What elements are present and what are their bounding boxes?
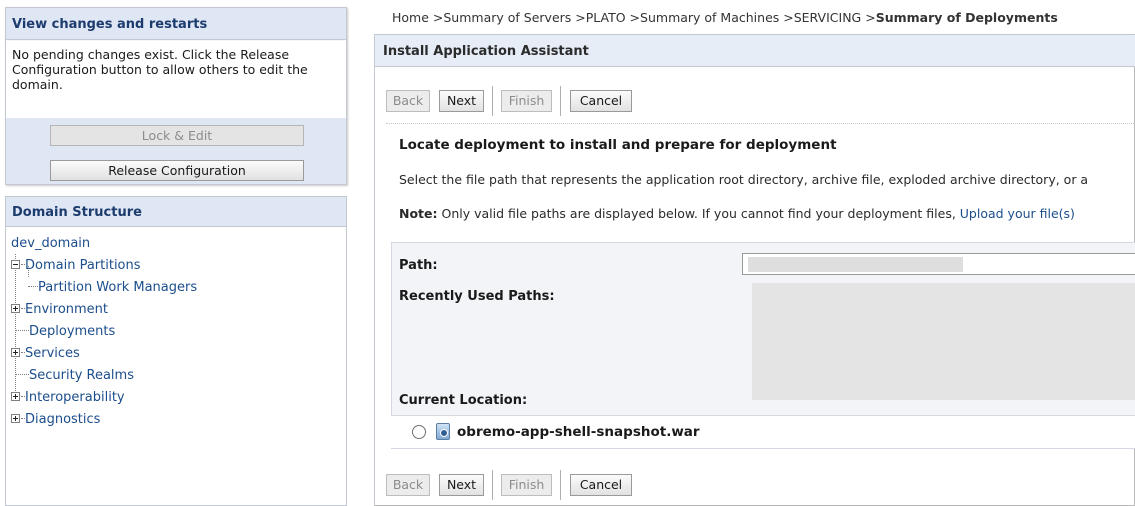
collapse-icon[interactable] (11, 260, 20, 269)
tree-item-security-realms[interactable]: Security Realms (11, 365, 341, 387)
breadcrumb-summary-of-machines[interactable]: Summary of Machines > (640, 10, 794, 25)
upload-files-link[interactable]: Upload your file(s) (960, 206, 1075, 221)
tree-item-label[interactable]: Partition Work Managers (38, 280, 197, 295)
lock-edit-button[interactable]: Lock & Edit (50, 125, 304, 146)
back-button[interactable]: Back (386, 90, 430, 112)
cancel-button-bottom[interactable]: Cancel (570, 474, 632, 496)
instructions-text: Select the file path that represents the… (399, 172, 1089, 187)
note-body: Only valid file paths are displayed belo… (437, 206, 960, 221)
tree-item-partition-work-managers[interactable]: Partition Work Managers (11, 277, 341, 299)
tree-item-label[interactable]: Diagnostics (25, 412, 100, 427)
expand-icon[interactable] (11, 348, 20, 357)
path-selection-form: Path: Recently Used Paths: Current Locat… (391, 242, 1135, 442)
tree-item-environment[interactable]: Environment (11, 299, 341, 321)
deployment-file-row[interactable]: obremo-app-shell-snapshot.war (391, 415, 1135, 449)
cancel-button[interactable]: Cancel (570, 90, 632, 112)
deployment-file-name[interactable]: obremo-app-shell-snapshot.war (457, 424, 700, 440)
domain-tree: dev_domain Domain Partitions Partition W… (11, 233, 341, 431)
breadcrumb-current: Summary of Deployments (875, 10, 1058, 25)
tree-item-domain-partitions[interactable]: Domain Partitions (11, 255, 341, 277)
breadcrumb-summary-of-servers[interactable]: Summary of Servers > (443, 10, 585, 25)
finish-button-bottom[interactable]: Finish (501, 474, 552, 496)
next-button[interactable]: Next (439, 90, 484, 112)
note-label: Note: (399, 206, 438, 221)
assistant-title: Install Application Assistant (375, 35, 1135, 67)
divider (386, 123, 1135, 124)
tree-item-diagnostics[interactable]: Diagnostics (11, 409, 341, 431)
tree-root-dev-domain[interactable]: dev_domain (11, 233, 341, 255)
path-input[interactable] (742, 253, 1135, 275)
domain-structure-title: Domain Structure (6, 197, 346, 227)
recently-used-paths-label: Recently Used Paths: (399, 289, 555, 304)
tree-item-label[interactable]: Services (25, 346, 80, 361)
current-location-label: Current Location: (399, 393, 528, 408)
path-label: Path: (399, 258, 438, 273)
tree-root-label[interactable]: dev_domain (11, 236, 90, 251)
tree-item-label[interactable]: Security Realms (29, 368, 134, 383)
breadcrumb-home[interactable]: Home > (392, 10, 443, 25)
button-separator (560, 86, 561, 116)
button-separator (492, 470, 493, 500)
breadcrumb: Home >Summary of Servers >PLATO >Summary… (392, 10, 1058, 25)
tree-item-label[interactable]: Deployments (29, 324, 115, 339)
expand-icon[interactable] (11, 414, 20, 423)
redacted-recent-paths (752, 283, 1135, 400)
install-application-assistant: Install Application Assistant Back Next … (374, 34, 1135, 506)
change-center-panel: View changes and restarts No pending cha… (5, 7, 347, 185)
domain-structure-panel: Domain Structure dev_domain Domain Parti… (5, 196, 347, 506)
tree-item-label[interactable]: Domain Partitions (25, 258, 141, 273)
button-separator (560, 470, 561, 500)
expand-icon[interactable] (11, 392, 20, 401)
section-heading: Locate deployment to install and prepare… (399, 137, 837, 153)
tree-item-services[interactable]: Services (11, 343, 341, 365)
note-text: Note: Only valid file paths are displaye… (399, 206, 1075, 221)
war-archive-icon (436, 423, 450, 440)
change-center-title[interactable]: View changes and restarts (6, 8, 346, 40)
tree-item-label[interactable]: Interoperability (25, 390, 125, 405)
file-radio-button[interactable] (412, 425, 426, 439)
button-separator (492, 86, 493, 116)
change-center-message: No pending changes exist. Click the Rele… (6, 41, 346, 118)
breadcrumb-plato[interactable]: PLATO > (586, 10, 640, 25)
release-configuration-button[interactable]: Release Configuration (50, 160, 304, 181)
back-button-bottom[interactable]: Back (386, 474, 430, 496)
next-button-bottom[interactable]: Next (439, 474, 484, 496)
tree-item-label[interactable]: Environment (25, 302, 108, 317)
redacted-path-value (748, 257, 963, 272)
expand-icon[interactable] (11, 304, 20, 313)
breadcrumb-servicing[interactable]: SERVICING > (794, 10, 876, 25)
finish-button[interactable]: Finish (501, 90, 552, 112)
tree-item-interoperability[interactable]: Interoperability (11, 387, 341, 409)
change-center-actions: Lock & Edit Release Configuration (6, 118, 346, 184)
tree-item-deployments[interactable]: Deployments (11, 321, 341, 343)
